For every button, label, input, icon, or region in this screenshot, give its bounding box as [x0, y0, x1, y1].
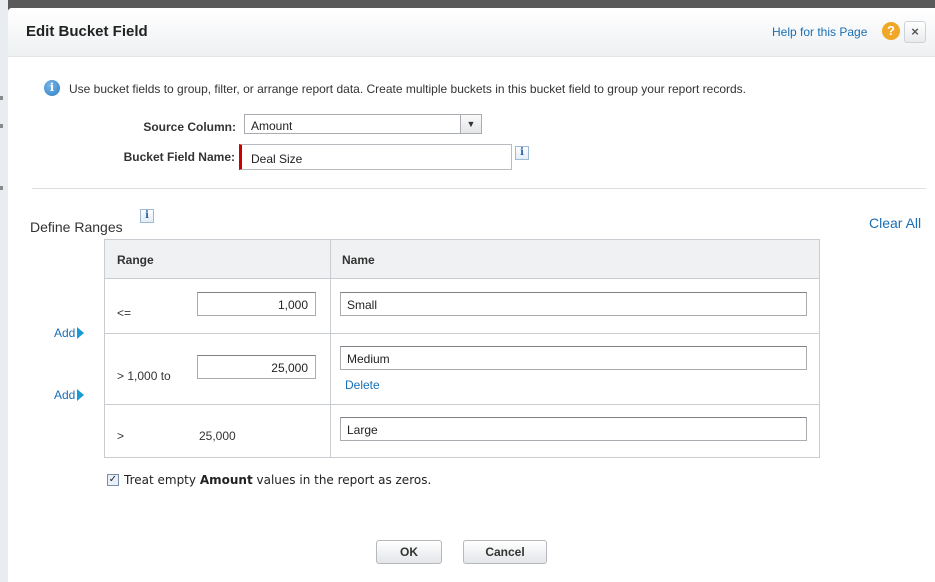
source-column-value: Amount — [251, 119, 293, 133]
delete-range-link[interactable]: Delete — [345, 378, 380, 392]
range-value-input[interactable]: 25,000 — [197, 355, 316, 379]
column-header-name: Name — [342, 253, 375, 267]
dialog-title: Edit Bucket Field — [26, 23, 148, 40]
source-column-select[interactable]: Amount ▼ — [244, 114, 482, 134]
ranges-table: Range Name <= 1,000 Small > 1,000 to 25,… — [104, 239, 820, 458]
close-button[interactable]: × — [904, 21, 926, 43]
row-divider — [105, 333, 819, 334]
triangle-right-icon — [77, 389, 85, 401]
background-mark — [0, 186, 3, 190]
edit-bucket-field-dialog: Edit Bucket Field Help for this Page ? ×… — [8, 8, 935, 582]
treat-empty-prefix: Treat empty — [124, 473, 196, 487]
bucket-name-value: Small — [347, 298, 378, 312]
cancel-button[interactable]: Cancel — [463, 540, 547, 564]
treat-empty-label: Treat empty Amount values in the report … — [124, 473, 431, 487]
row-divider — [105, 404, 819, 405]
bucket-name-value: Large — [347, 423, 378, 437]
bucket-name-input[interactable]: Large — [340, 417, 807, 441]
range-value: 25,000 — [271, 361, 308, 375]
add-range-link[interactable]: Add — [54, 388, 85, 402]
chevron-down-icon[interactable]: ▼ — [460, 115, 481, 133]
range-operator: > 1,000 to — [117, 369, 171, 383]
treat-empty-suffix: values in the report as zeros. — [256, 473, 432, 487]
help-for-this-page-link[interactable]: Help for this Page — [772, 25, 867, 39]
treat-empty-field: Amount — [199, 473, 253, 487]
add-label: Add — [54, 388, 76, 402]
background-mark — [0, 96, 3, 100]
bucket-name-value: Medium — [347, 352, 390, 366]
info-icon: i — [44, 80, 60, 96]
source-column-label: Source Column: — [143, 120, 236, 134]
add-range-link[interactable]: Add — [54, 326, 85, 340]
table-header: Range Name — [105, 240, 819, 279]
treat-empty-as-zero-checkbox[interactable]: ✓ — [107, 474, 119, 486]
dialog-header: Edit Bucket Field Help for this Page ? × — [8, 8, 935, 57]
range-value-static: 25,000 — [199, 429, 236, 443]
define-ranges-title: Define Ranges — [30, 219, 123, 235]
range-value-input[interactable]: 1,000 — [197, 292, 316, 316]
clear-all-link[interactable]: Clear All — [869, 215, 921, 231]
define-ranges-info-icon[interactable]: i — [140, 209, 154, 223]
column-divider — [330, 240, 331, 457]
bucket-field-name-input[interactable]: Deal Size — [239, 144, 512, 170]
background-mark — [0, 124, 3, 128]
intro-text: Use bucket fields to group, filter, or a… — [69, 82, 747, 96]
range-operator: <= — [117, 306, 132, 320]
bucket-name-input[interactable]: Small — [340, 292, 807, 316]
add-label: Add — [54, 326, 76, 340]
range-value: 1,000 — [277, 298, 308, 312]
range-operator: > — [117, 429, 125, 443]
help-icon[interactable]: ? — [882, 22, 900, 40]
triangle-right-icon — [77, 327, 85, 339]
bucket-field-name-value: Deal Size — [251, 152, 303, 166]
background-page-strip — [0, 0, 8, 582]
section-divider — [32, 188, 926, 189]
bucket-field-name-info-icon[interactable]: i — [515, 146, 529, 160]
column-header-range: Range — [117, 253, 154, 267]
bucket-name-input[interactable]: Medium — [340, 346, 807, 370]
ok-button[interactable]: OK — [376, 540, 442, 564]
bucket-field-name-label: Bucket Field Name: — [123, 150, 235, 164]
